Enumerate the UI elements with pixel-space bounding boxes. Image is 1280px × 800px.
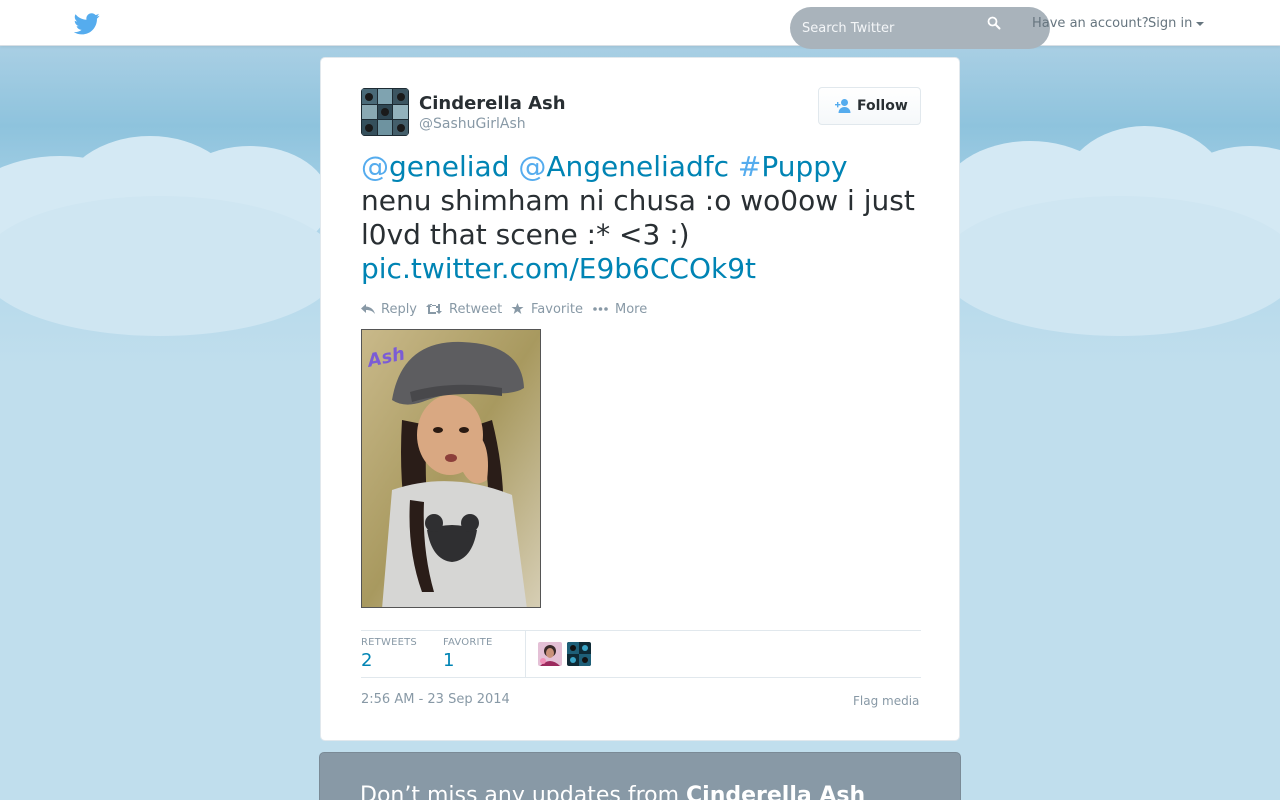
favorites-label: FAVORITE xyxy=(443,637,493,648)
twitter-bird-icon[interactable] xyxy=(74,13,100,35)
more-dots-icon xyxy=(593,307,608,311)
user-screen-name[interactable]: @SashuGirlAsh xyxy=(419,116,526,132)
pic-link[interactable]: pic.twitter.com/E9b6CCOk9t xyxy=(361,252,756,285)
tweet-body: nenu shimham ni chusa :o wo0ow i just l0… xyxy=(361,184,915,251)
retweets-label: RETWEETS xyxy=(361,637,417,648)
retweeter-avatar[interactable] xyxy=(567,642,591,666)
favorites-count: 1 xyxy=(443,650,455,671)
signup-banner: Don’t miss any updates from Cinderella A… xyxy=(319,752,961,800)
hashtag-link[interactable]: #Puppy xyxy=(738,150,848,183)
follow-label: Follow xyxy=(857,98,908,114)
reply-icon xyxy=(361,304,375,314)
have-account-text: Have an account? xyxy=(1032,16,1149,31)
follow-button[interactable]: Follow xyxy=(818,87,921,125)
more-label: More xyxy=(615,302,648,317)
banner-name: Cinderella Ash xyxy=(686,783,866,800)
mention-link[interactable]: @geneliad xyxy=(361,150,509,183)
favorite-label: Favorite xyxy=(531,302,583,317)
signup-banner-text: Don’t miss any updates from Cinderella A… xyxy=(360,783,865,800)
flag-media-link[interactable]: Flag media xyxy=(853,694,919,708)
mention-link[interactable]: @Angeneliadfc xyxy=(518,150,729,183)
tweet-timestamp[interactable]: 2:56 AM - 23 Sep 2014 xyxy=(361,692,510,707)
tweet-media-photo[interactable]: Ash xyxy=(361,329,541,608)
follow-person-icon xyxy=(835,99,851,113)
favoriter-avatar[interactable] xyxy=(538,642,562,666)
search-input[interactable] xyxy=(802,19,992,37)
favorites-stat[interactable]: FAVORITE 1 xyxy=(443,637,493,671)
tweet-card: Cinderella Ash @SashuGirlAsh Follow @gen… xyxy=(320,57,960,741)
retweet-label: Retweet xyxy=(449,302,503,317)
stats-divider xyxy=(525,631,526,677)
user-fullname[interactable]: Cinderella Ash xyxy=(419,93,566,114)
sign-in-link[interactable]: Sign in xyxy=(1148,16,1192,31)
tweet-stats: RETWEETS 2 FAVORITE 1 xyxy=(361,630,921,678)
reply-label: Reply xyxy=(381,302,418,317)
top-navigation-bar: Have an account? Sign in xyxy=(0,0,1280,49)
tweet-text: @geneliad @Angeneliadfc #Puppy nenu shim… xyxy=(361,150,931,286)
avatar[interactable] xyxy=(361,88,409,136)
retweet-icon xyxy=(426,304,442,314)
retweets-stat[interactable]: RETWEETS 2 xyxy=(361,637,417,671)
search-box xyxy=(790,7,1050,49)
retweets-count: 2 xyxy=(361,650,373,671)
search-icon[interactable] xyxy=(987,16,1001,30)
caret-down-icon[interactable] xyxy=(1196,22,1204,26)
favorite-star-icon xyxy=(511,303,524,314)
banner-prefix: Don’t miss any updates from xyxy=(360,783,687,800)
